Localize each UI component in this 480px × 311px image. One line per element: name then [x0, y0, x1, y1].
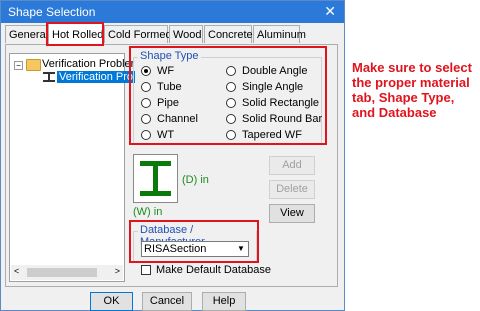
scroll-right-icon[interactable]: > [115, 266, 120, 276]
add-button[interactable]: Add [269, 156, 315, 175]
tab-wood[interactable]: Wood [169, 25, 203, 43]
tab-concrete[interactable]: Concrete [204, 25, 253, 43]
view-button[interactable]: View [269, 204, 315, 223]
window-title: Shape Selection [8, 5, 96, 19]
delete-button[interactable]: Delete [269, 180, 315, 199]
depth-label: (D) in [182, 174, 209, 186]
tree-root-label[interactable]: Verification Probler [42, 58, 134, 70]
help-button[interactable]: Help [202, 292, 246, 311]
collapse-icon[interactable]: − [14, 61, 23, 70]
folder-icon [26, 59, 41, 71]
highlight-tab [46, 22, 104, 46]
checkbox-icon[interactable] [141, 265, 151, 276]
close-icon[interactable]: ✕ [324, 3, 336, 20]
tab-general[interactable]: General [5, 25, 48, 43]
horizontal-scrollbar[interactable]: < > [11, 265, 123, 280]
tree-child-label[interactable]: Verification Pro [57, 71, 135, 83]
title-bar: Shape Selection ✕ [1, 1, 344, 23]
highlight-shape-type [129, 46, 327, 145]
make-default-label: Make Default Database [156, 264, 271, 276]
shape-selection-dialog: Shape Selection ✕ General Hot Rolled Col… [0, 0, 345, 311]
tab-aluminum[interactable]: Aluminum [253, 25, 306, 43]
shape-preview [133, 154, 178, 203]
ok-button[interactable]: OK [90, 292, 133, 311]
make-default-checkbox[interactable]: Make Default Database [141, 264, 271, 276]
highlight-database [129, 220, 259, 263]
width-label: (W) in [133, 206, 163, 218]
scroll-left-icon[interactable]: < [14, 266, 19, 276]
beam-icon [43, 72, 55, 82]
wide-flange-icon [140, 161, 171, 196]
instruction-note: Make sure to select the proper material … [352, 60, 472, 120]
scroll-thumb[interactable] [27, 268, 97, 277]
cancel-button[interactable]: Cancel [142, 292, 192, 311]
project-tree[interactable]: − Verification Probler Verification Pro … [9, 53, 135, 282]
tab-cold-formed[interactable]: Cold Formed [104, 25, 172, 43]
